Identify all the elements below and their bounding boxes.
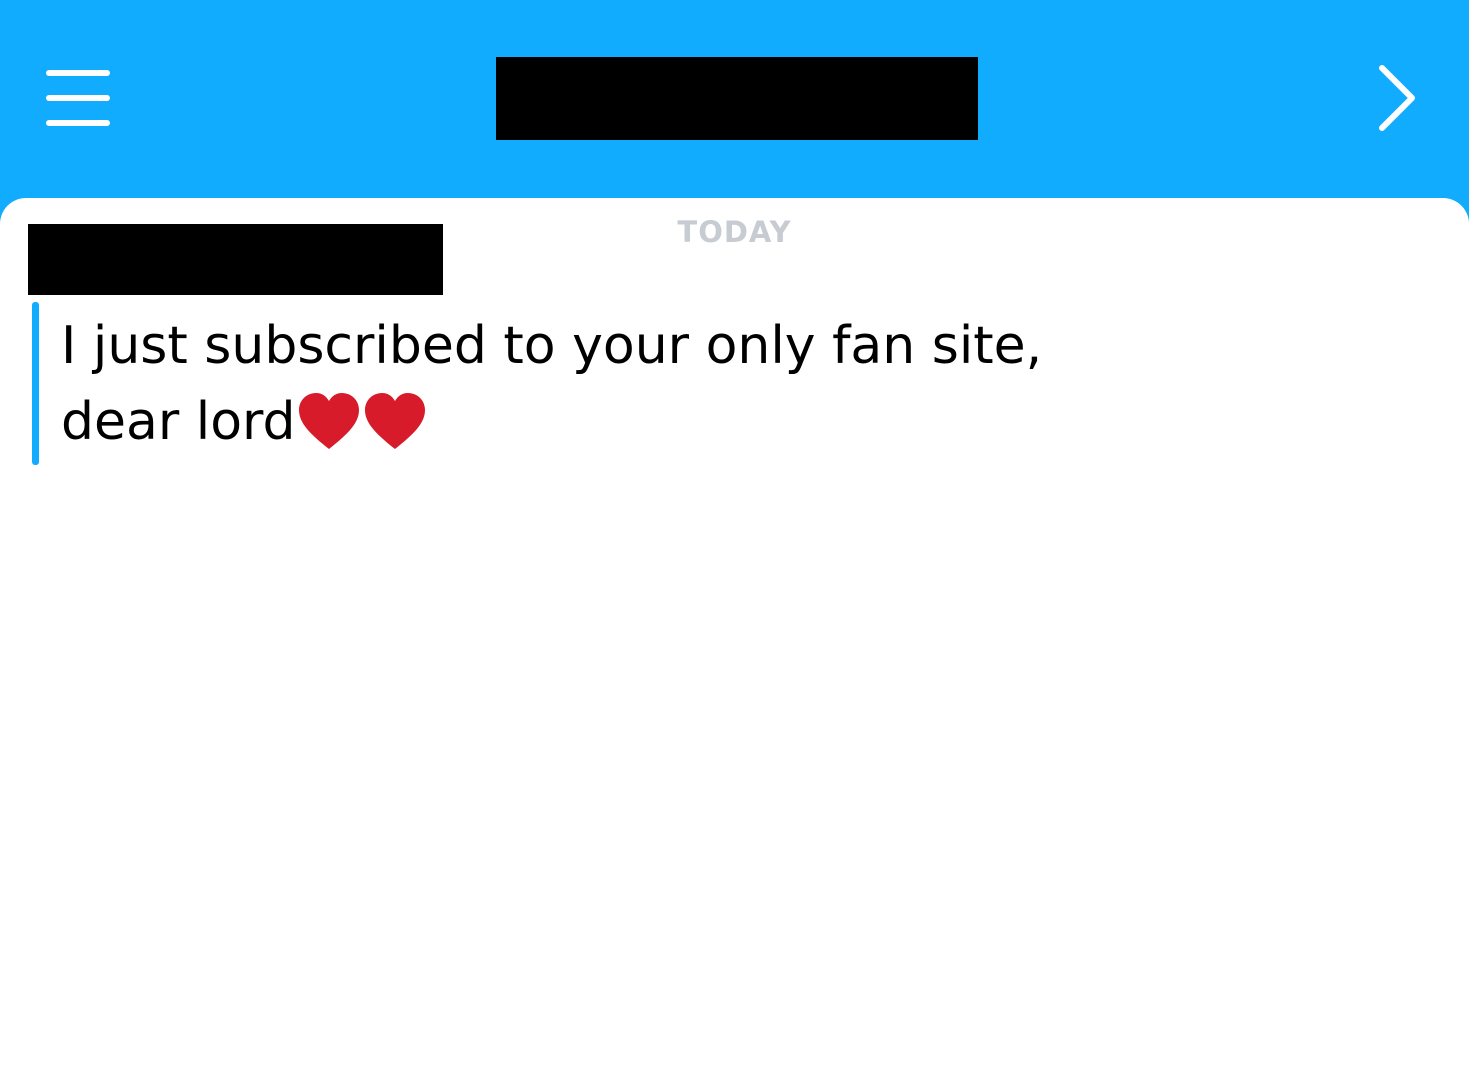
menu-button[interactable] [38, 62, 118, 134]
heart-icon [364, 393, 425, 449]
chat-screen: TODAY I just subscribed to your only fan… [0, 0, 1469, 1080]
forward-button[interactable] [1368, 60, 1428, 136]
message-line-2: dear lord [61, 392, 296, 452]
sender-name-redacted [28, 224, 443, 295]
message-text: I just subscribed to your only fan site,… [61, 308, 1121, 460]
message-list[interactable]: TODAY I just subscribed to your only fan… [0, 198, 1469, 1080]
chevron-right-icon [1379, 65, 1415, 131]
hamburger-menu-icon [46, 70, 110, 126]
message-line-1: I just subscribed to your only fan site, [61, 316, 1043, 376]
contact-name-redacted[interactable] [496, 57, 978, 140]
heart-icon [298, 393, 359, 449]
message-accent-bar [32, 302, 39, 465]
chat-header [0, 0, 1469, 210]
chat-message[interactable]: I just subscribed to your only fan site,… [32, 302, 1132, 465]
